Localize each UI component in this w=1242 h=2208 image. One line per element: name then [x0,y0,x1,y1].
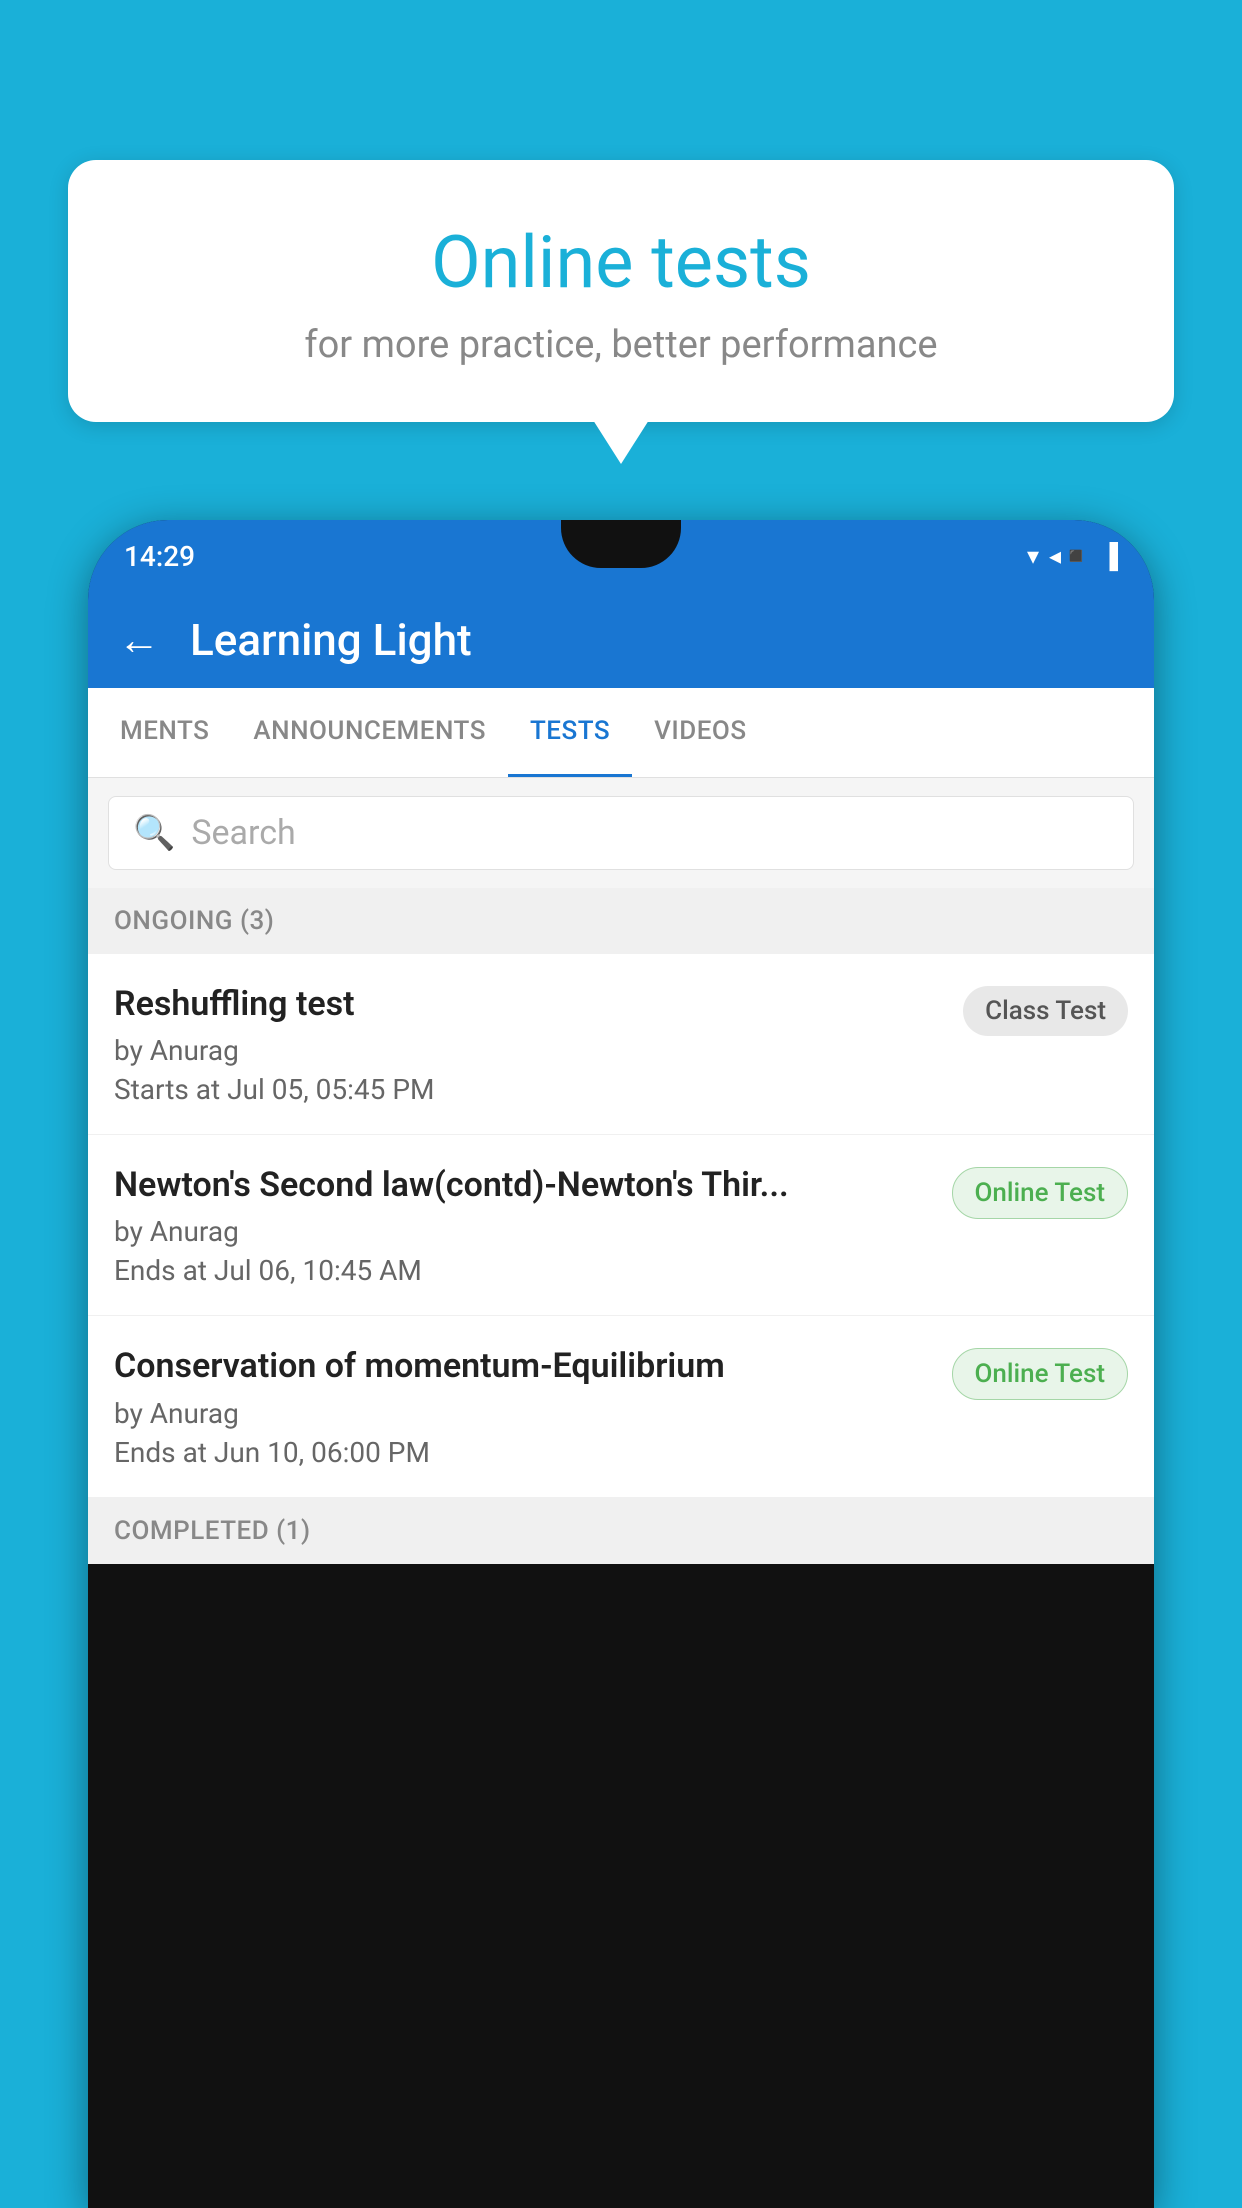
test-info: Reshuffling test by Anurag Starts at Jul… [114,982,963,1106]
search-bar[interactable]: 🔍 Search [108,796,1134,870]
completed-section-header: COMPLETED (1) [88,1498,1154,1564]
test-badge-online: Online Test [952,1167,1129,1219]
test-by: by Anurag [114,1397,932,1430]
app-bar: ← Learning Light [88,592,1154,688]
ongoing-section-header: ONGOING (3) [88,888,1154,954]
search-icon: 🔍 [133,813,175,853]
wifi-icon: ▾ [1027,542,1039,570]
test-time: Ends at Jun 10, 06:00 PM [114,1436,932,1469]
test-by: by Anurag [114,1215,932,1248]
test-list: Reshuffling test by Anurag Starts at Jul… [88,954,1154,1498]
test-time: Starts at Jul 05, 05:45 PM [114,1073,943,1106]
test-item[interactable]: Conservation of momentum-Equilibrium by … [88,1316,1154,1497]
search-placeholder: Search [191,813,295,853]
test-info: Newton's Second law(contd)-Newton's Thir… [114,1163,952,1287]
battery-icon: ▐ [1101,542,1118,571]
speech-bubble: Online tests for more practice, better p… [68,160,1174,422]
tab-tests[interactable]: TESTS [508,688,632,777]
tab-ments[interactable]: MENTS [98,688,231,777]
status-time: 14:29 [124,540,195,573]
phone-frame: 14:29 ▾ ◂◾ ▐ ← Learning Light MENTS ANNO… [88,520,1154,2208]
test-time: Ends at Jul 06, 10:45 AM [114,1254,932,1287]
test-by: by Anurag [114,1034,943,1067]
test-title: Reshuffling test [114,982,943,1026]
phone-notch [561,520,681,568]
test-title: Conservation of momentum-Equilibrium [114,1344,932,1388]
speech-bubble-subtitle: for more practice, better performance [118,323,1124,367]
test-info: Conservation of momentum-Equilibrium by … [114,1344,952,1468]
test-badge-class: Class Test [963,986,1128,1036]
speech-bubble-title: Online tests [118,220,1124,305]
search-container: 🔍 Search [88,778,1154,888]
test-item[interactable]: Newton's Second law(contd)-Newton's Thir… [88,1135,1154,1316]
signal-icon: ◂◾ [1049,542,1091,570]
test-item[interactable]: Reshuffling test by Anurag Starts at Jul… [88,954,1154,1135]
test-badge-online-2: Online Test [952,1348,1129,1400]
back-button[interactable]: ← [118,616,160,665]
app-bar-title: Learning Light [190,614,472,666]
status-icons: ▾ ◂◾ ▐ [1027,542,1118,571]
tabs-bar: MENTS ANNOUNCEMENTS TESTS VIDEOS [88,688,1154,778]
tab-videos[interactable]: VIDEOS [632,688,768,777]
tab-announcements[interactable]: ANNOUNCEMENTS [231,688,508,777]
test-title: Newton's Second law(contd)-Newton's Thir… [114,1163,932,1207]
status-bar: 14:29 ▾ ◂◾ ▐ [88,520,1154,592]
